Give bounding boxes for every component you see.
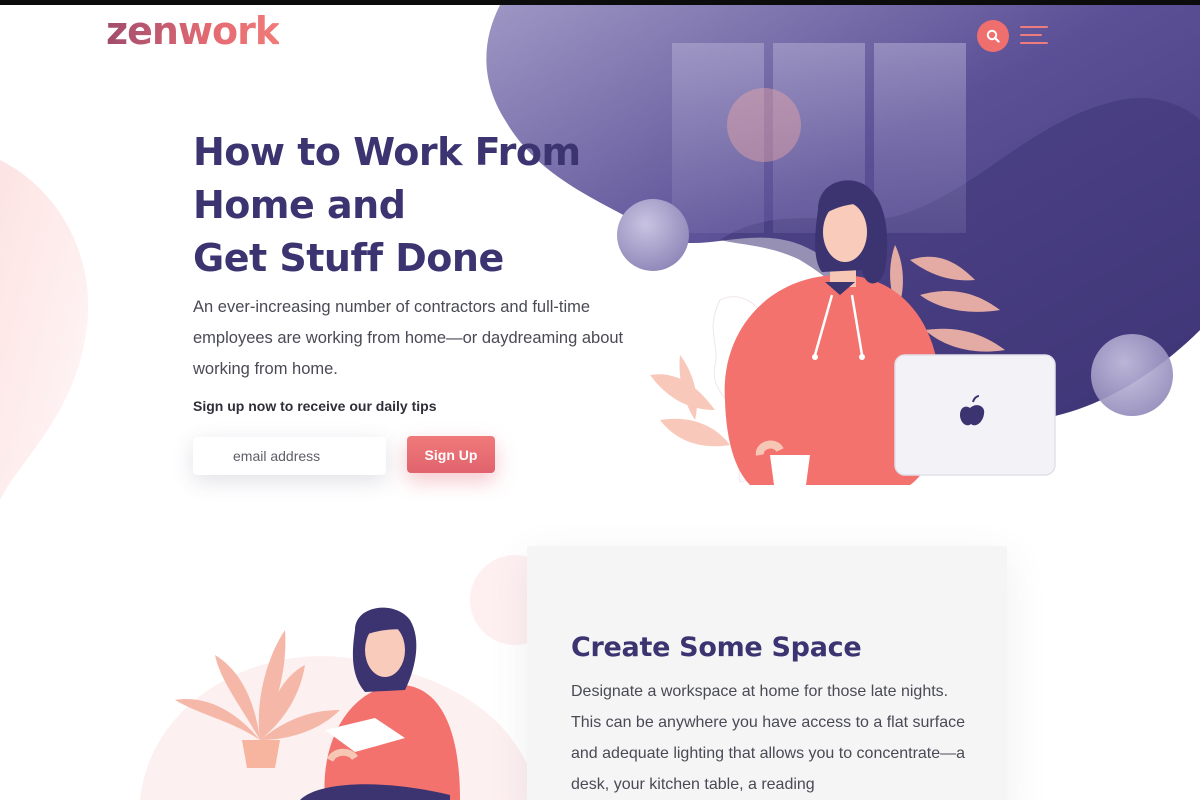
top-border (0, 0, 1200, 5)
hero-title: How to Work From Home and Get Stuff Done (193, 126, 653, 285)
hero-description: An ever-increasing number of contractors… (193, 298, 624, 378)
signup-prompt: Sign up now to receive our daily tips (193, 398, 437, 414)
woman-with-laptop-illustration (650, 180, 1056, 485)
section-text: Designate a workspace at home for those … (571, 683, 966, 793)
hero-title-line: Home and (193, 183, 406, 227)
hero-title-line: Get Stuff Done (193, 236, 504, 280)
search-button[interactable] (977, 20, 1009, 52)
landing-page: zenwork How to Work From Home and Get St… (0, 0, 1200, 800)
sign-up-button[interactable]: Sign Up (407, 436, 495, 473)
email-input[interactable] (193, 437, 386, 475)
section-title: Create Some Space (571, 632, 862, 663)
zenwork-logo[interactable]: zenwork (106, 8, 280, 54)
search-icon (986, 29, 1000, 43)
woman-reading-illustration (175, 607, 460, 800)
hero-title-line: How to Work From (193, 130, 581, 174)
hamburger-menu-icon[interactable] (1020, 24, 1050, 46)
content-card: Create Some Space Designate a workspace … (527, 546, 1007, 800)
